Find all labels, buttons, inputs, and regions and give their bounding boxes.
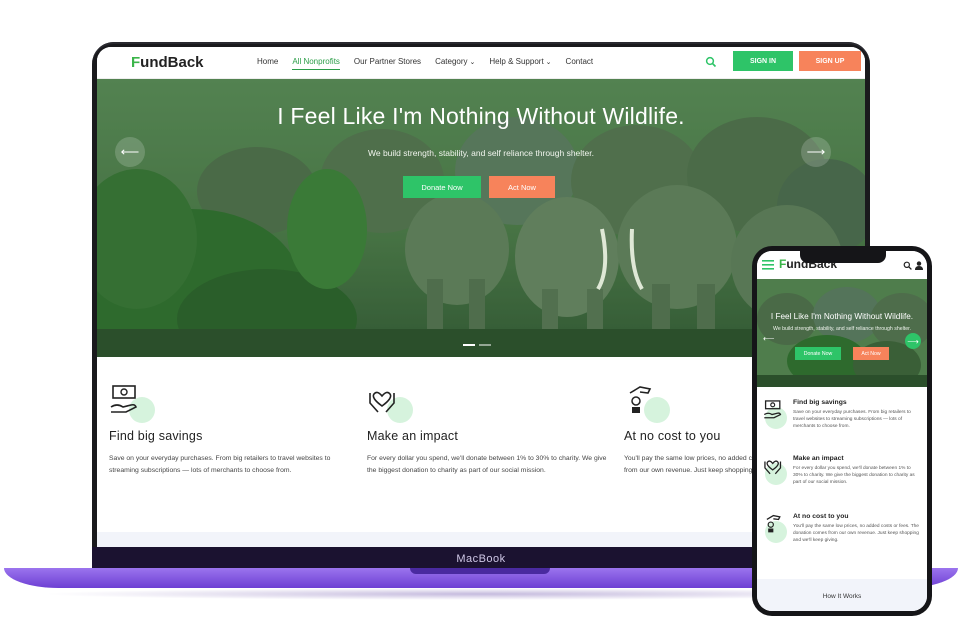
chevron-down-icon: ⌄ — [545, 59, 552, 66]
feature-text: For every dollar you spend, we'll donate… — [367, 455, 607, 474]
search-icon[interactable] — [705, 56, 717, 68]
nav-category[interactable]: Category ⌄ — [435, 57, 475, 70]
top-nav: FundBack Home All Nonprofits Our Partner… — [97, 47, 865, 79]
hero-subtitle: We build strength, stability, and self r… — [367, 148, 594, 158]
phone-screen: FundBack I Feel Like I'm Nothing Without… — [757, 251, 927, 611]
chevron-down-icon: ⌄ — [469, 59, 476, 66]
carousel-dots — [463, 344, 491, 346]
how-it-works-label[interactable]: How It Works — [757, 593, 927, 600]
section-divider — [97, 532, 865, 547]
heart-hands-icon — [763, 455, 787, 485]
hero-title: I Feel Like I'm Nothing Without Wildlife… — [277, 103, 685, 129]
phone-hero-image — [757, 279, 927, 387]
carousel-next-arrow-icon[interactable]: ⟶ — [801, 137, 831, 167]
feature-text: Save on your everyday purchases. From bi… — [793, 410, 911, 430]
nav-help-support[interactable]: Help & Support ⌄ — [489, 57, 551, 70]
feature-title: At no cost to you — [793, 513, 849, 520]
feature-title: Make an impact — [367, 429, 459, 443]
sign-up-button[interactable]: SIGN UP — [799, 51, 861, 71]
carousel-prev-arrow-icon[interactable]: ⟵ — [763, 334, 774, 343]
phone-hero-subtitle: We build strength, stability, and self r… — [773, 326, 911, 332]
donate-now-button[interactable]: Donate Now — [403, 176, 481, 198]
phone-feature-make-impact: Make an impact For every dollar you spen… — [763, 455, 923, 511]
phone-hero-banner: I Feel Like I'm Nothing Without Wildlife… — [757, 279, 927, 387]
nav-all-nonprofits[interactable]: All Nonprofits — [292, 57, 340, 70]
features-section: Find big savings Save on your everyday p… — [97, 357, 865, 532]
money-hand-icon — [109, 383, 155, 423]
money-hand-icon — [763, 399, 787, 429]
heart-hands-icon — [367, 383, 413, 423]
feature-make-impact: Make an impact For every dollar you spen… — [367, 383, 607, 477]
feature-title: Find big savings — [109, 429, 203, 443]
hand-coin-icon — [763, 513, 787, 543]
feature-title: Find big savings — [793, 399, 847, 406]
phone-hero-title: I Feel Like I'm Nothing Without Wildlife… — [770, 312, 914, 321]
nav-links: Home All Nonprofits Our Partner Stores C… — [257, 57, 593, 70]
feature-title: Make an impact — [793, 455, 844, 462]
carousel-prev-arrow-icon[interactable]: ⟵ — [115, 137, 145, 167]
phone-donate-now-button[interactable]: Donate Now — [795, 347, 841, 360]
feature-text: You'll pay the same low prices, no added… — [793, 524, 919, 544]
laptop-base-notch — [410, 568, 550, 574]
nav-contact[interactable]: Contact — [566, 57, 594, 70]
phone-feature-no-cost: At no cost to you You'll pay the same lo… — [763, 513, 923, 569]
feature-text: Save on your everyday purchases. From bi… — [109, 455, 331, 474]
phone-act-now-button[interactable]: Act Now — [853, 347, 889, 360]
phone-notch — [800, 251, 886, 263]
search-icon[interactable] — [903, 261, 912, 270]
hero-banner: I Feel Like I'm Nothing Without Wildlife… — [97, 79, 865, 357]
sign-in-button[interactable]: SIGN IN — [733, 51, 793, 71]
act-now-button[interactable]: Act Now — [489, 176, 555, 198]
carousel-next-arrow-icon[interactable]: ⟶ — [905, 333, 921, 349]
carousel-dot[interactable] — [463, 344, 475, 346]
nav-home[interactable]: Home — [257, 57, 278, 70]
hand-coin-icon — [624, 383, 670, 423]
phone-how-it-works: How It Works — [757, 579, 927, 611]
phone-feature-find-savings: Find big savings Save on your everyday p… — [763, 399, 923, 455]
carousel-dot[interactable] — [479, 344, 491, 346]
menu-icon[interactable] — [762, 260, 774, 270]
user-icon[interactable] — [915, 261, 923, 270]
logo[interactable]: FundBack — [131, 54, 204, 71]
feature-find-savings: Find big savings Save on your everyday p… — [109, 383, 349, 477]
feature-text: For every dollar you spend, we'll donate… — [793, 466, 915, 486]
nav-partner-stores[interactable]: Our Partner Stores — [354, 57, 421, 70]
laptop-screen: FundBack Home All Nonprofits Our Partner… — [97, 47, 865, 547]
